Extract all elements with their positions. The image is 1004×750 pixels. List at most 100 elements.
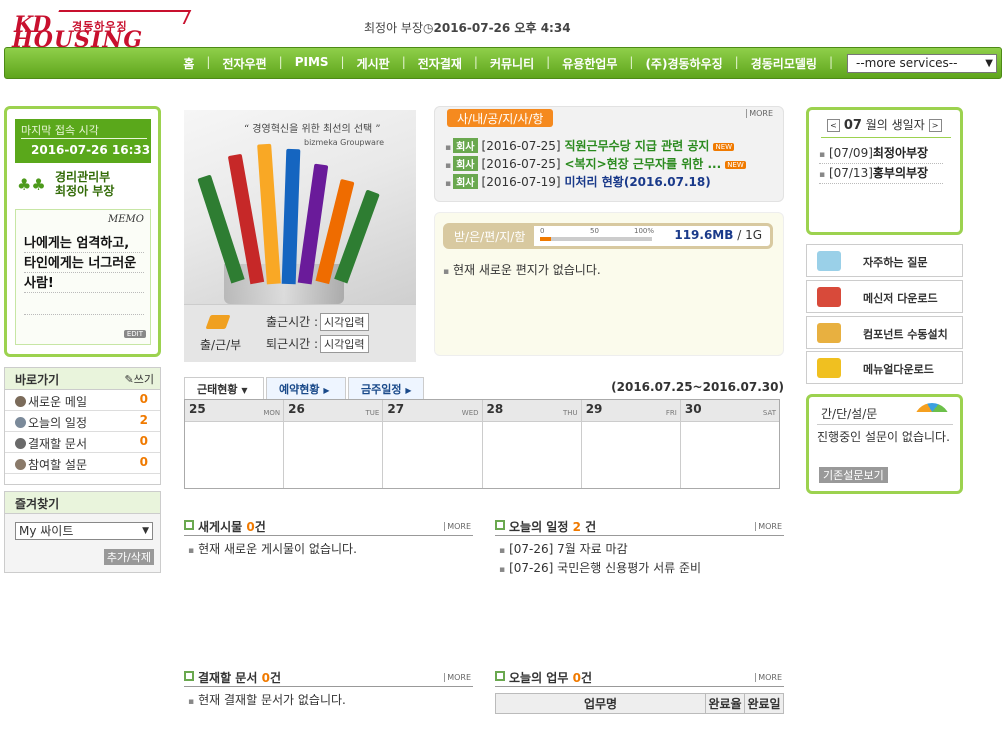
list-item[interactable]: ▪ [07-26] 국민은행 신용평가 서류 준비 [495, 559, 784, 578]
calendar-day[interactable]: 25 MON [185, 400, 285, 488]
past-surveys-button[interactable]: 기존설문보기 [819, 467, 888, 483]
quick-link-button[interactable]: 메신저 다운로드 [806, 280, 963, 313]
calendar-day[interactable]: 30 SAT [680, 400, 780, 488]
nav-item[interactable]: 게시판 [357, 55, 390, 72]
chevron-right-icon: ▶ [405, 386, 412, 395]
favorites-select[interactable]: My 싸이트 ▼ [15, 522, 153, 540]
notice-tab[interactable]: 사/내/공/지/사/항 [447, 109, 554, 127]
more-services-select[interactable]: --more services-- ▼ [847, 54, 997, 73]
approval-header: 결재할 문서 0건 MORE [184, 669, 473, 687]
list-item[interactable]: ▪ [07-26] 7월 자료 마감 [495, 540, 784, 559]
mailbox-usage: 받/은/편/지/함 0 50 100% 119.6MB / 1G [443, 223, 773, 249]
tab-reservation[interactable]: 예약현황 ▶ [266, 377, 346, 399]
quick-link-button[interactable]: 메뉴얼다운로드 [806, 351, 963, 384]
today-schedule-more-link[interactable]: MORE [755, 522, 782, 531]
day-number: 27 [387, 402, 405, 416]
notice-date: [2016-07-19] [481, 175, 561, 189]
today-schedule-title[interactable]: 오늘의 일정 [509, 520, 568, 534]
board-bullet-icon [184, 671, 194, 681]
calendar-day[interactable]: 26 TUE [284, 400, 384, 488]
nav-item[interactable]: 커뮤니티 [490, 55, 534, 72]
favorites-panel: 즐겨찾기 My 싸이트 ▼ 추가/삭제 [4, 491, 161, 573]
shortcuts-title: 바로가기 [15, 373, 60, 387]
shortcut-item[interactable]: 새로운 메일 0 [5, 390, 160, 411]
shortcut-count: 0 [139, 392, 148, 406]
profile-panel: 마지막 접속 시각 2016-07-26 16:33 ♣♣ 경리관리부 최정아 … [4, 106, 161, 357]
company-logo[interactable]: KD 경동하우징 HOUSING [6, 10, 192, 53]
inbox-empty-message: ▪ 현재 새로운 편지가 없습니다. [443, 263, 601, 277]
user-info: 최정아 부장◷2016-07-26 오후 4:34 [364, 19, 571, 36]
approval-more-link[interactable]: MORE [444, 673, 471, 682]
nav-item[interactable]: PIMS [295, 55, 329, 72]
today-schedule-count: 2 [572, 520, 581, 534]
nav-item[interactable]: 유용한업무 [562, 55, 617, 72]
new-posts-more-link[interactable]: MORE [444, 522, 471, 531]
quick-link-button[interactable]: 컴포넌트 수동설치 [806, 316, 963, 349]
clock-in-button[interactable]: 시각입력 [320, 313, 369, 331]
shortcut-item[interactable]: 결재할 문서 0 [5, 432, 160, 453]
new-posts-title[interactable]: 새게시물 [198, 520, 242, 534]
write-button[interactable]: ✎쓰기 [125, 371, 154, 387]
calendar-range: (2016.07.25~2016.07.30) [611, 380, 784, 394]
nav-item[interactable]: 전자결재 [418, 55, 462, 72]
favorites-add-delete-button[interactable]: 추가/삭제 [103, 549, 154, 565]
quick-link-icon [817, 323, 841, 343]
today-tasks-unit: 건 [580, 671, 592, 685]
birthday-name: 최정아부장 [872, 146, 929, 160]
attendance-label: 출/근/부 [200, 338, 242, 352]
notice-more-link[interactable]: MORE [746, 109, 773, 118]
user-name-title: 최정아 부장 [55, 184, 115, 198]
next-month-button[interactable]: > [928, 119, 942, 132]
calendar-day[interactable]: 29 FRI [581, 400, 681, 488]
schedule-item-text: [07-26] 7월 자료 마감 [509, 542, 628, 556]
birthday-item[interactable]: ▪ [07/13]홍부의부장 [819, 164, 943, 184]
nav-item[interactable]: 경동리모델링 [751, 55, 817, 72]
day-of-week: SAT [762, 409, 777, 417]
notice-title: 직원근무수당 지급 관련 공지 [564, 139, 710, 153]
approval-count: 0 [261, 671, 270, 685]
inbox-panel: 받/은/편/지/함 0 50 100% 119.6MB / 1G ▪ 현재 새로… [434, 212, 784, 356]
shortcut-icon [15, 459, 26, 470]
birthday-item[interactable]: ▪ [07/09]최정아부장 [819, 144, 943, 164]
day-number: 25 [189, 402, 206, 416]
clock-out-label: 퇴근시간 : [266, 337, 319, 351]
today-schedule-header: 오늘의 일정 2 건 MORE [495, 518, 784, 536]
quick-link-button[interactable]: 자주하는 질문 [806, 244, 963, 277]
today-tasks-title[interactable]: 오늘의 업무 [509, 671, 568, 685]
nav-items: 홈 | 전자우편 | PIMS | 게시판 | 전자결재 | 커뮤니티 | 유용한업무 | (주)경동하우징… [183, 55, 845, 72]
inbox-label[interactable]: 받/은/편/지/함 [446, 226, 534, 246]
pencil-icon: ✎ [124, 373, 134, 386]
new-posts-unit: 건 [254, 520, 266, 534]
notice-item[interactable]: ▪ 회사 [2016-07-25] <복지>현장 근무자를 위한 ... NEW [445, 155, 779, 173]
tab-attendance[interactable]: 근태현황 ▼ [184, 377, 264, 399]
day-of-week: TUE [365, 409, 380, 417]
notice-date: [2016-07-25] [481, 157, 561, 171]
nav-item[interactable]: 홈 [183, 55, 194, 72]
shortcut-item[interactable]: 오늘의 일정 2 [5, 411, 160, 432]
new-posts-empty: 현재 새로운 게시물이 없습니다. [198, 542, 357, 556]
shortcuts-header: 바로가기 ✎쓰기 [5, 368, 160, 390]
shortcuts-panel: 바로가기 ✎쓰기 새로운 메일 0 오늘의 일정 2 결재할 문서 0 참여할 설문 0 [4, 367, 161, 485]
attendance-book-icon [205, 315, 231, 329]
birthday-month: 07 [843, 118, 862, 133]
calendar-day[interactable]: 27 WED [383, 400, 483, 488]
notice-item[interactable]: ▪ 회사 [2016-07-25] 직원근무수당 지급 관련 공지 NEW [445, 137, 779, 155]
memo-edit-button[interactable]: EDIT [123, 330, 146, 338]
clock-out-button[interactable]: 시각입력 [320, 335, 369, 353]
shortcut-item[interactable]: 참여할 설문 0 [5, 453, 160, 474]
clock-icon: ◷ [423, 21, 434, 35]
approval-title[interactable]: 결재할 문서 [198, 671, 257, 685]
weekly-calendar: 25 MON 26 TUE 27 WED 28 THU 29 FRI 30 SAT [184, 399, 780, 489]
tab-weekly-schedule[interactable]: 금주일정 ▶ [348, 377, 424, 399]
user-profile: 경리관리부 최정아 부장 [55, 170, 114, 198]
usage-tick: 50 [590, 227, 599, 235]
current-datetime: 2016-07-26 오후 4:34 [433, 21, 571, 35]
birthday-date: [07/09] [828, 146, 873, 160]
prev-month-button[interactable]: < [827, 119, 840, 132]
nav-item[interactable]: (주)경동하우징 [645, 55, 722, 72]
calendar-day[interactable]: 28 THU [482, 400, 582, 488]
notice-item[interactable]: ▪ 회사 [2016-07-19] 미처리 현황(2016.07.18) [445, 173, 779, 191]
today-tasks-more-link[interactable]: MORE [755, 673, 782, 682]
nav-item[interactable]: 전자우편 [222, 55, 266, 72]
nav-separator: | [828, 55, 833, 69]
